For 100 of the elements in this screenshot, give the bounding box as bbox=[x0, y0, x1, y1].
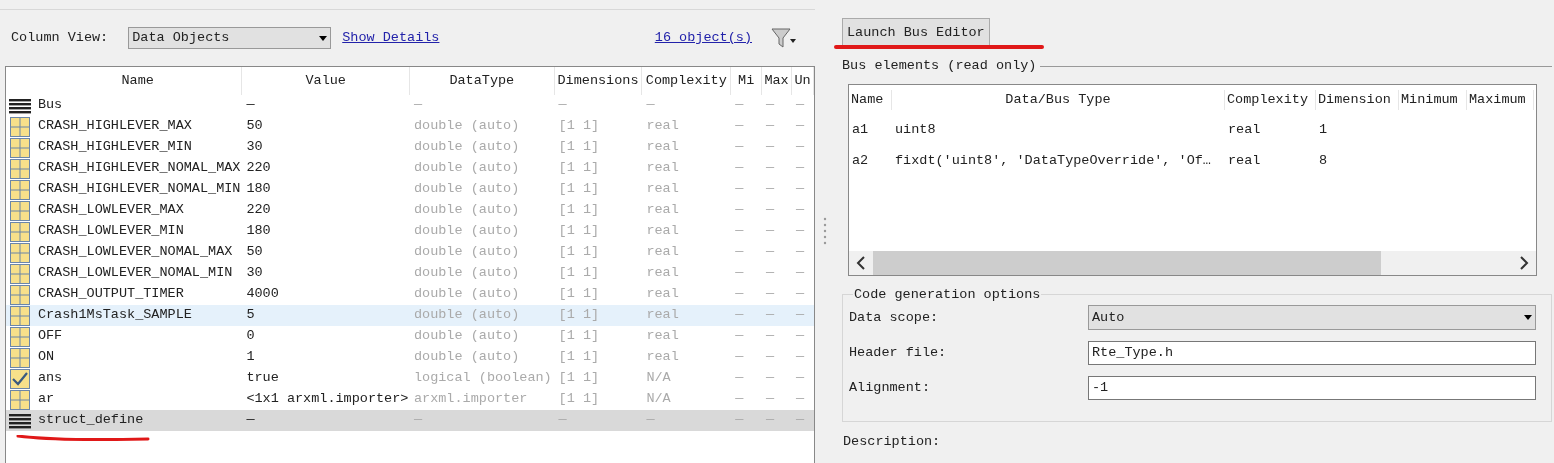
table-cell-text: — bbox=[766, 138, 775, 157]
table-cell-text: 50 bbox=[246, 243, 263, 262]
table-row[interactable]: Crash1MsTask_SAMPLE 5 double (auto) [1 1] real — — — bbox=[6, 305, 814, 326]
table-row[interactable]: CRASH_LOWLEVER_NOMAL_MAX 50 double (auto) [1 1] real — — — bbox=[6, 242, 814, 263]
column-header[interactable]: Dimension bbox=[1316, 89, 1399, 110]
table-row[interactable]: CRASH_LOWLEVER_MAX 220 double (auto) [1 1] real — — — bbox=[6, 200, 814, 221]
table-cell-text: [1 1] bbox=[558, 285, 600, 304]
table-cell-text: — bbox=[796, 117, 805, 136]
table-row[interactable]: CRASH_LOWLEVER_MIN 180 double (auto) [1 1] real — — — bbox=[6, 221, 814, 242]
column-header[interactable]: Name bbox=[33, 67, 243, 95]
table-row[interactable]: Bus — — — — — — — bbox=[6, 95, 814, 116]
table-row[interactable]: ans true logical (boolean) [1 1] N/A — — — bbox=[6, 368, 814, 389]
table-row[interactable]: struct_define — — — — — — — bbox=[6, 410, 814, 431]
table-cell-text: [1 1] bbox=[558, 369, 600, 388]
table-cell-text: — bbox=[796, 96, 805, 115]
table-cell-text: — bbox=[796, 264, 805, 283]
table-cell-text: ans bbox=[37, 369, 63, 388]
table-cell-text: arxml.importer bbox=[413, 390, 528, 409]
column-header[interactable]: Un bbox=[792, 67, 814, 95]
table-cell-text: — bbox=[735, 117, 744, 136]
column-header[interactable]: Max bbox=[762, 67, 793, 95]
table-cell-text: double (auto) bbox=[413, 327, 520, 346]
table-cell-text: — bbox=[766, 348, 775, 367]
table-cell-text: [1 1] bbox=[558, 201, 600, 220]
alignment-label: Alignment: bbox=[849, 378, 931, 397]
column-view-dropdown[interactable]: Data Objects bbox=[128, 27, 332, 49]
table-cell-text: 180 bbox=[246, 180, 271, 199]
table-cell-text: — bbox=[796, 138, 805, 157]
table-cell-text: — bbox=[735, 243, 744, 262]
table-cell-text: — bbox=[766, 369, 775, 388]
launch-bus-editor-button[interactable]: Launch Bus Editor bbox=[842, 18, 990, 48]
horizontal-scrollbar[interactable] bbox=[849, 251, 1536, 276]
header-file-field[interactable]: Rte_Type.h bbox=[1088, 340, 1536, 365]
table-cell-text: 180 bbox=[246, 222, 271, 241]
table-cell-text: double (auto) bbox=[413, 180, 520, 199]
column-header[interactable]: Dimensions bbox=[554, 67, 643, 95]
table-cell-text: — bbox=[735, 390, 744, 409]
table-cell-text: double (auto) bbox=[413, 117, 520, 136]
table-cell-text: double (auto) bbox=[413, 285, 520, 304]
table-cell-text: CRASH_LOWLEVER_MIN bbox=[37, 222, 184, 241]
column-header[interactable]: Name bbox=[849, 89, 892, 110]
table-cell-text: — bbox=[766, 243, 775, 262]
table-cell-text: [1 1] bbox=[558, 243, 600, 262]
filter-icon bbox=[771, 27, 797, 49]
table-cell-text: double (auto) bbox=[413, 159, 520, 178]
data-scope-dropdown[interactable]: Auto bbox=[1088, 305, 1536, 331]
table-cell-text: — bbox=[735, 411, 744, 430]
table-cell-text: — bbox=[766, 180, 775, 199]
table-cell-text: — bbox=[735, 306, 744, 325]
table-cell-text: — bbox=[735, 201, 744, 220]
splitter-handle-icon[interactable] bbox=[823, 216, 827, 247]
table-cell-text: — bbox=[646, 411, 655, 430]
grid-icon bbox=[9, 284, 30, 305]
table-cell-text: real bbox=[646, 159, 679, 178]
column-header[interactable]: Data/Bus Type bbox=[892, 89, 1225, 110]
grid-icon bbox=[9, 242, 30, 263]
column-header[interactable]: Complexity bbox=[642, 67, 732, 95]
column-header[interactable]: Value bbox=[242, 67, 410, 95]
table-cell-text: — bbox=[796, 159, 805, 178]
table-cell-text: real bbox=[646, 348, 679, 367]
filter-button[interactable] bbox=[770, 26, 798, 50]
table-row[interactable]: CRASH_HIGHLEVER_NOMAL_MAX 220 double (auto) [1 1] real — — — bbox=[6, 158, 814, 179]
table-row[interactable]: ar <1x1 arxml.importer> arxml.importer [1 1] N/A — — — bbox=[6, 389, 814, 410]
table-row[interactable]: CRASH_OUTPUT_TIMER 4000 double (auto) [1 1] real — — — bbox=[6, 284, 814, 305]
scrollbar-thumb[interactable] bbox=[873, 251, 1381, 276]
table-cell-text: CRASH_HIGHLEVER_MIN bbox=[37, 138, 192, 157]
table-cell-text: — bbox=[766, 96, 775, 115]
table-cell-text: CRASH_HIGHLEVER_MAX bbox=[37, 117, 192, 136]
table-row[interactable]: CRASH_HIGHLEVER_MAX 50 double (auto) [1 1] real — — — bbox=[6, 116, 814, 137]
object-count-link[interactable]: 16 object(s) bbox=[654, 27, 752, 49]
column-header[interactable]: Maximum bbox=[1467, 89, 1534, 110]
table-cell-text: — bbox=[735, 264, 744, 283]
table-cell-text: fixdt('uint8', 'DataTypeOverride', 'Of… bbox=[895, 151, 1211, 170]
column-header[interactable]: Complexity bbox=[1225, 89, 1316, 110]
column-header[interactable]: Minimum bbox=[1399, 89, 1467, 110]
table-cell-text: real bbox=[1228, 151, 1261, 170]
table-cell-text: struct_define bbox=[37, 411, 144, 430]
table-cell-text: a1 bbox=[852, 120, 869, 139]
table-row[interactable]: ON 1 double (auto) [1 1] real — — — bbox=[6, 347, 814, 368]
table-row[interactable]: OFF 0 double (auto) [1 1] real — — — bbox=[6, 326, 814, 347]
table-row[interactable]: CRASH_LOWLEVER_NOMAL_MIN 30 double (auto) [1 1] real — — — bbox=[6, 263, 814, 284]
column-header[interactable]: Mi bbox=[731, 67, 763, 95]
alignment-field[interactable]: -1 bbox=[1088, 375, 1536, 400]
table-cell-text: logical (boolean) bbox=[413, 369, 552, 388]
table-row[interactable]: CRASH_HIGHLEVER_NOMAL_MIN 180 double (auto) [1 1] real — — — bbox=[6, 179, 814, 200]
header-file-label: Header file: bbox=[849, 343, 948, 362]
table-cell-text: real bbox=[646, 306, 679, 325]
table-cell-text: — bbox=[796, 369, 805, 388]
show-details-link[interactable]: Show Details bbox=[342, 27, 440, 49]
table-row[interactable]: CRASH_HIGHLEVER_MIN 30 double (auto) [1 1] real — — — bbox=[6, 137, 814, 158]
table-cell-text: — bbox=[766, 390, 775, 409]
table-cell-text: double (auto) bbox=[413, 243, 520, 262]
table-cell-text: 8 bbox=[1319, 151, 1328, 170]
table-cell-text: real bbox=[646, 138, 679, 157]
table-cell-text: — bbox=[246, 96, 255, 115]
scroll-left-icon[interactable] bbox=[856, 256, 866, 271]
scroll-right-icon[interactable] bbox=[1519, 256, 1529, 271]
check-icon bbox=[9, 368, 30, 389]
table-cell-text: [1 1] bbox=[558, 222, 600, 241]
column-header[interactable]: DataType bbox=[410, 67, 555, 95]
